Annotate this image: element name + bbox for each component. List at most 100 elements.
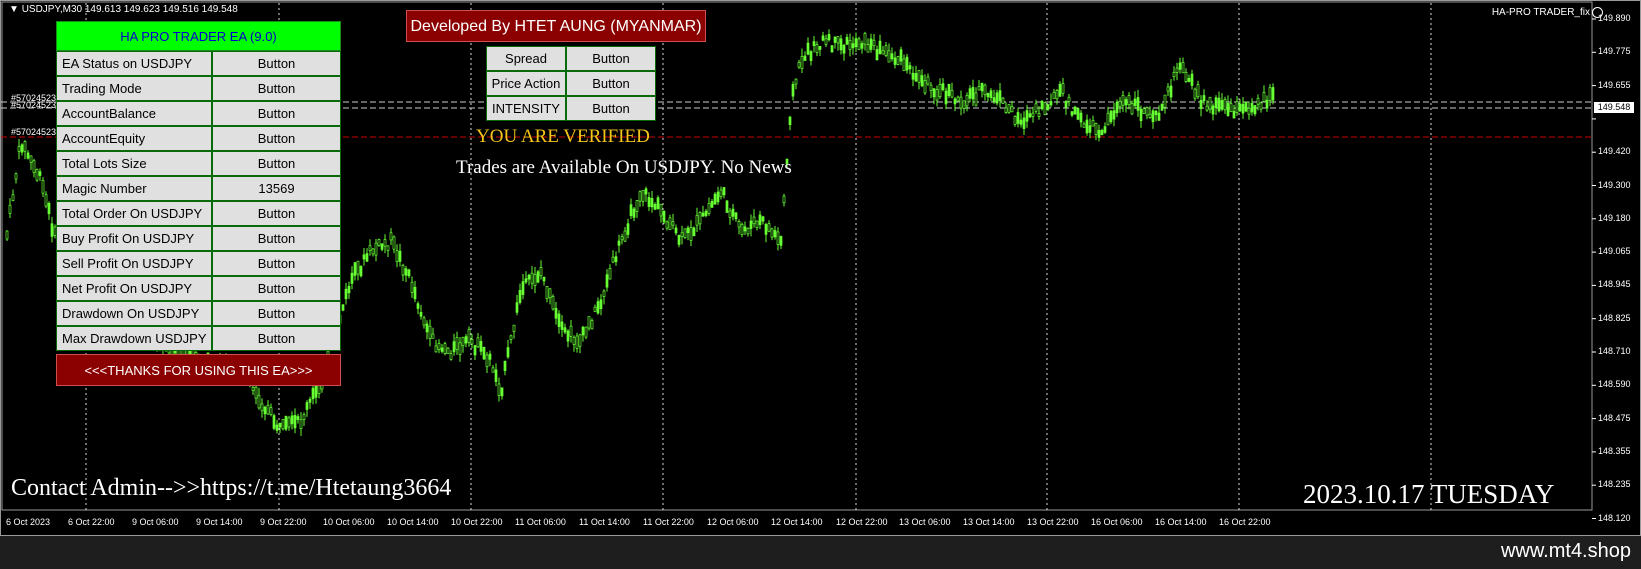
- candle-body: [416, 303, 420, 309]
- candle-body: [449, 353, 453, 360]
- candle-body: [764, 224, 768, 235]
- candle-body: [1016, 112, 1020, 124]
- candle-body: [587, 316, 591, 329]
- candle-body: [1229, 103, 1233, 113]
- info-row-value[interactable]: Button: [566, 96, 656, 121]
- panel-row-value[interactable]: 13569: [212, 176, 341, 201]
- candle-body: [569, 325, 573, 337]
- panel-row: Net Profit On USDJPY Button: [56, 276, 341, 301]
- candle-body: [845, 36, 849, 45]
- candle-body: [770, 228, 774, 238]
- contact-admin-link[interactable]: Contact Admin-->>https://t.me/Htetaung36…: [11, 475, 451, 502]
- panel-row: Trading Mode Button: [56, 76, 341, 101]
- candle-body: [8, 204, 12, 214]
- panel-row-value[interactable]: Button: [212, 76, 341, 101]
- candle-body: [878, 40, 882, 54]
- candle-body: [1121, 95, 1125, 106]
- panel-row: Total Lots Size Button: [56, 151, 341, 176]
- candle-body: [614, 256, 618, 263]
- candle-body: [1241, 103, 1245, 114]
- candle-body: [1004, 107, 1008, 113]
- y-tick-label: 148.825: [1598, 312, 1631, 323]
- candle-body: [581, 326, 585, 336]
- candle-body: [473, 345, 477, 356]
- candle-body: [797, 62, 801, 68]
- candle-body: [1169, 85, 1173, 98]
- panel-row-value[interactable]: Button: [212, 126, 341, 151]
- panel-row-value[interactable]: Button: [212, 326, 341, 351]
- candle-body: [782, 195, 786, 204]
- candle-body: [779, 236, 783, 246]
- candle-body: [491, 367, 495, 373]
- info-row-label: Price Action: [486, 71, 566, 96]
- candle-body: [542, 276, 546, 282]
- candle-body: [908, 65, 912, 70]
- candle-body: [992, 97, 996, 102]
- candle-body: [257, 394, 261, 409]
- candle-body: [842, 44, 846, 54]
- panel-row-value[interactable]: Button: [212, 51, 341, 76]
- candle-body: [44, 194, 48, 207]
- info-row: INTENSITY Button: [486, 96, 656, 121]
- candle-body: [11, 194, 15, 201]
- candle-body: [437, 343, 441, 350]
- candle-body: [1202, 95, 1206, 101]
- candle-body: [443, 343, 447, 354]
- candle-body: [521, 281, 525, 295]
- candle-body: [689, 227, 693, 241]
- panel-row-value[interactable]: Button: [212, 251, 341, 276]
- candle-body: [944, 90, 948, 105]
- date-label: 2023.10.17 TUESDAY: [1303, 479, 1555, 509]
- panel-row-label: AccountEquity: [56, 126, 212, 151]
- candle-body: [641, 189, 645, 202]
- candle-body: [863, 33, 867, 45]
- candle-body: [14, 173, 18, 180]
- indicator-name: HA-PRO TRADER_fix: [1491, 7, 1590, 18]
- candle-body: [368, 245, 372, 251]
- candle-body: [707, 202, 711, 214]
- verified-status: YOU ARE VERIFIED: [476, 126, 650, 147]
- price-chart[interactable]: ▼ USDJPY,M30 149.613 149.623 149.516 149…: [0, 0, 1641, 536]
- candle-body: [851, 43, 855, 49]
- candle-body: [1172, 72, 1176, 78]
- panel-row-value[interactable]: Button: [212, 201, 341, 226]
- candle-body: [35, 169, 39, 181]
- panel-row-value[interactable]: Button: [212, 226, 341, 251]
- candle-body: [1031, 112, 1035, 118]
- panel-row-label: Total Lots Size: [56, 151, 212, 176]
- candle-body: [794, 78, 798, 85]
- candle-body: [1091, 120, 1095, 127]
- candle-body: [1220, 100, 1224, 110]
- candle-body: [497, 383, 501, 396]
- candle-body: [692, 227, 696, 237]
- candle-body: [749, 220, 753, 229]
- panel-row-value[interactable]: Button: [212, 151, 341, 176]
- candle-body: [1034, 103, 1038, 112]
- candle-body: [650, 198, 654, 208]
- candle-body: [1157, 112, 1161, 121]
- candle-body: [350, 272, 354, 284]
- candle-body: [290, 415, 294, 425]
- candle-body: [1070, 111, 1074, 116]
- candle-body: [1013, 116, 1017, 125]
- candle-body: [1067, 96, 1071, 102]
- info-row-value[interactable]: Button: [566, 46, 656, 71]
- candle-body: [617, 240, 621, 246]
- candle-body: [962, 100, 966, 109]
- candle-body: [809, 51, 813, 61]
- candle-body: [554, 308, 558, 319]
- candle-body: [260, 403, 264, 412]
- triangle-down-icon[interactable]: ▼: [9, 4, 19, 15]
- info-row-value[interactable]: Button: [566, 71, 656, 96]
- candle-body: [1049, 101, 1053, 106]
- candle-body: [860, 43, 864, 49]
- candle-body: [482, 346, 486, 360]
- candle-body: [365, 253, 369, 262]
- candle-body: [461, 337, 465, 347]
- y-tick-label: 148.945: [1598, 279, 1631, 290]
- candle-body: [1076, 108, 1080, 120]
- panel-row-value[interactable]: Button: [212, 301, 341, 326]
- candle-body: [986, 93, 990, 98]
- panel-row-value[interactable]: Button: [212, 101, 341, 126]
- panel-row-value[interactable]: Button: [212, 276, 341, 301]
